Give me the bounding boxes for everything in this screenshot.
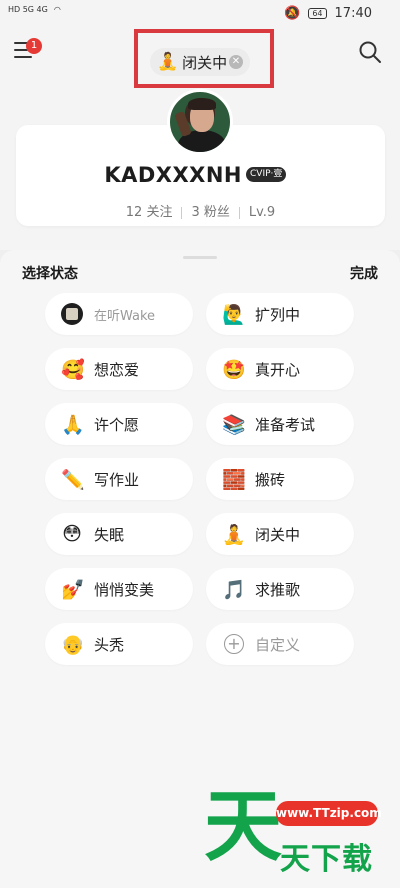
books-icon: 📚 <box>222 413 246 436</box>
status-label: 闭关中 <box>255 525 301 544</box>
status-option-expand[interactable]: 🙋‍♂️ 扩列中 <box>206 293 354 335</box>
fans-count[interactable]: 3 粉丝 <box>191 205 229 220</box>
status-grid: 在听Wake 🙋‍♂️ 扩列中 🥰 想恋爱 🤩 真开心 🙏 许个愿 📚 准备考试… <box>45 293 355 665</box>
status-label: 失眠 <box>94 525 125 544</box>
status-label: 悄悄变美 <box>94 580 155 599</box>
done-button[interactable]: 完成 <box>350 263 378 283</box>
status-option-bald[interactable]: 👴 头秃 <box>45 623 193 665</box>
status-option-homework[interactable]: ✏️ 写作业 <box>45 458 193 500</box>
notification-badge: 1 <box>26 38 42 54</box>
status-label: 扩列中 <box>255 305 301 324</box>
sheet-title: 选择状态 <box>22 266 78 282</box>
plus-icon: + <box>224 634 244 654</box>
avatar[interactable] <box>167 89 233 155</box>
flushed-face-icon: 😳 <box>62 523 82 545</box>
signal-indicators: HD 5G 4G ◠ <box>8 5 61 14</box>
watermark-logo: 天 <box>204 781 283 872</box>
wifi-icon: ◠ <box>53 5 61 14</box>
praying-hands-icon: 🙏 <box>61 413 85 436</box>
signal-text: HD 5G 4G <box>8 5 48 14</box>
status-label: 写作业 <box>94 470 140 489</box>
status-option-listening[interactable]: 在听Wake <box>45 293 193 335</box>
status-label: 真开心 <box>255 360 301 379</box>
clock: 17:40 <box>334 6 372 21</box>
status-label: 头秃 <box>94 635 125 654</box>
status-option-music[interactable]: 🎵 求推歌 <box>206 568 354 610</box>
brick-icon: 🧱 <box>222 468 246 491</box>
star-eyes-icon: 🤩 <box>222 358 246 381</box>
status-option-exam[interactable]: 📚 准备考试 <box>206 403 354 445</box>
meditation-icon: 🧘 <box>222 523 246 546</box>
status-label: 求推歌 <box>255 580 301 599</box>
status-bar: HD 5G 4G ◠ 🔕 64 17:40 <box>0 0 400 28</box>
status-option-insomnia[interactable]: 😳 失眠 <box>45 513 193 555</box>
music-note-icon: 🎵 <box>222 578 246 601</box>
status-right: 🔕 64 17:40 <box>284 6 372 21</box>
raising-hand-icon: 🙋‍♂️ <box>222 303 246 326</box>
status-label: 准备考试 <box>255 415 316 434</box>
highlight-frame <box>134 29 274 88</box>
status-label: 搬砖 <box>255 470 286 489</box>
status-label: 自定义 <box>255 635 301 654</box>
vip-badge: CVIP·壹 <box>246 167 287 182</box>
status-label: 想恋爱 <box>94 360 140 379</box>
album-cover-icon <box>61 303 83 325</box>
status-option-beauty[interactable]: 💅 悄悄变美 <box>45 568 193 610</box>
status-option-work[interactable]: 🧱 搬砖 <box>206 458 354 500</box>
mute-icon: 🔕 <box>284 6 301 21</box>
status-option-happy[interactable]: 🤩 真开心 <box>206 348 354 390</box>
battery-icon: 64 <box>308 8 327 19</box>
smiling-hearts-icon: 🥰 <box>61 358 85 381</box>
status-label: 许个愿 <box>94 415 140 434</box>
follow-count[interactable]: 12 关注 <box>126 205 173 220</box>
status-option-romance[interactable]: 🥰 想恋爱 <box>45 348 193 390</box>
profile-stats: 12 关注 3 粉丝 Lv.9 <box>16 201 385 220</box>
status-option-wish[interactable]: 🙏 许个愿 <box>45 403 193 445</box>
watermark-url: www.TTzip.com <box>276 801 382 826</box>
username: KADXXXNH <box>104 163 242 187</box>
search-icon[interactable] <box>358 40 382 64</box>
nail-polish-icon: 💅 <box>61 578 85 601</box>
watermark-text: 天下载 <box>280 842 373 877</box>
user-level: Lv.9 <box>248 205 276 220</box>
status-option-retreat[interactable]: 🧘 闭关中 <box>206 513 354 555</box>
bald-head-icon: 👴 <box>61 633 85 656</box>
sheet-handle[interactable] <box>183 256 217 259</box>
pencil-icon: ✏️ <box>61 468 85 491</box>
status-label: 在听Wake <box>94 308 156 324</box>
status-option-custom[interactable]: + 自定义 <box>206 623 354 665</box>
